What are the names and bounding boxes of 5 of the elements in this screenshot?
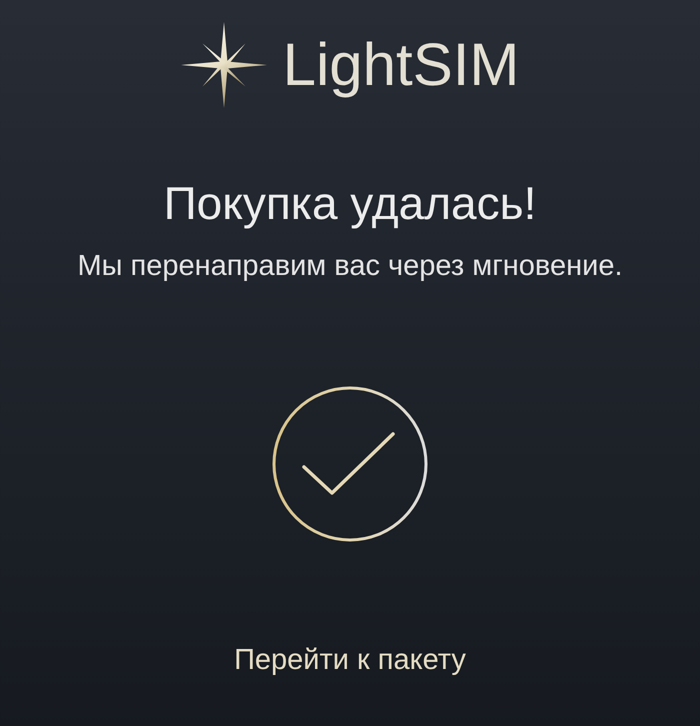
logo-wordmark: LightSIM	[282, 30, 520, 100]
checkmark-circle-icon	[272, 386, 428, 542]
redirect-message: Мы перенаправим вас через мгновение.	[77, 249, 623, 284]
success-heading: Покупка удалась!	[164, 176, 536, 230]
go-to-package-link[interactable]: Перейти к пакету	[234, 642, 466, 678]
